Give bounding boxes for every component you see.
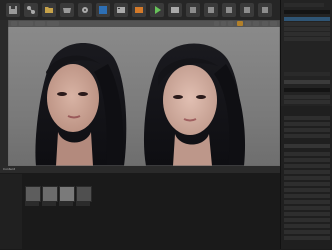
source-control-icon[interactable] (24, 3, 38, 17)
details-row[interactable] (284, 206, 330, 210)
details-section-header[interactable] (284, 144, 330, 148)
viewport-render (8, 20, 280, 166)
perspective-button[interactable] (19, 21, 33, 26)
content-browser-folder-tree[interactable] (0, 174, 22, 249)
cinematics-icon[interactable] (114, 3, 128, 17)
outliner-row[interactable] (284, 32, 330, 36)
show-button[interactable] (47, 21, 59, 26)
details-row[interactable] (284, 158, 330, 162)
details-row[interactable] (284, 188, 330, 192)
level-viewport[interactable] (8, 20, 280, 166)
asset-thumbnail[interactable] (25, 186, 41, 202)
modes-strip (0, 20, 8, 166)
rotate-icon[interactable] (221, 21, 226, 26)
details-row[interactable] (284, 200, 330, 204)
outliner-search-input[interactable] (284, 10, 330, 14)
asset-thumbnail[interactable] (76, 186, 92, 202)
viewport-menu-button[interactable] (11, 21, 17, 26)
asset-thumbnail-label (76, 201, 90, 206)
tool-icon[interactable] (186, 3, 200, 17)
asset-thumbnail-label (25, 201, 39, 206)
launch-icon[interactable] (168, 3, 182, 17)
grid-snap-icon[interactable] (237, 21, 243, 26)
outliner-row-selected[interactable] (284, 17, 330, 21)
details-row[interactable] (284, 128, 330, 132)
build-icon[interactable] (132, 3, 146, 17)
marketplace-icon[interactable] (60, 3, 74, 17)
details-row[interactable] (284, 116, 330, 120)
outliner-footer (284, 72, 330, 76)
scale-snap-icon[interactable] (253, 21, 259, 26)
settings-icon[interactable] (78, 3, 92, 17)
details-panel (280, 106, 332, 249)
tool-icon[interactable] (258, 3, 272, 17)
outliner-row[interactable] (284, 27, 330, 31)
details-row[interactable] (284, 218, 330, 222)
details-row[interactable] (284, 170, 330, 174)
content-icon[interactable] (42, 3, 56, 17)
details-row[interactable] (284, 236, 330, 240)
outliner-row[interactable] (284, 22, 330, 26)
details-row[interactable] (284, 122, 330, 126)
details-row[interactable] (284, 134, 330, 138)
save-icon[interactable] (6, 3, 20, 17)
details-row[interactable] (284, 194, 330, 198)
rotation-snap-icon[interactable] (245, 21, 251, 26)
details-row[interactable] (284, 176, 330, 180)
blueprints-icon[interactable] (96, 3, 110, 17)
content-browser-tab-label: Content (3, 167, 15, 171)
outliner-tab[interactable] (284, 3, 324, 7)
translate-icon[interactable] (214, 21, 219, 26)
tool-icon[interactable] (204, 3, 218, 17)
content-browser-tab[interactable]: Content (3, 167, 15, 172)
details-row[interactable] (284, 212, 330, 216)
details-row[interactable] (284, 100, 330, 104)
content-browser-tabs: Content (0, 166, 280, 173)
details-tab[interactable] (284, 80, 330, 84)
asset-thumbnail-label (59, 201, 73, 206)
play-icon[interactable] (150, 3, 164, 17)
camera-speed-icon[interactable] (262, 21, 268, 26)
tool-icon[interactable] (222, 3, 236, 17)
tool-icon[interactable] (240, 3, 254, 17)
details-row[interactable] (284, 230, 330, 234)
details-search-input[interactable] (284, 88, 330, 92)
details-row[interactable] (284, 164, 330, 168)
details-row[interactable] (284, 95, 330, 99)
details-row[interactable] (284, 152, 330, 156)
main-toolbar (0, 0, 280, 21)
details-row[interactable] (284, 224, 330, 228)
asset-thumbnail[interactable] (42, 186, 58, 202)
viewport-toolbar (8, 20, 280, 27)
lit-button[interactable] (35, 21, 45, 26)
details-row[interactable] (284, 182, 330, 186)
world-outliner-panel (280, 0, 332, 106)
scale-icon[interactable] (228, 21, 233, 26)
maximize-viewport-icon[interactable] (270, 21, 277, 26)
outliner-row[interactable] (284, 37, 330, 41)
asset-thumbnail-label (42, 201, 56, 206)
asset-thumbnail[interactable] (59, 186, 75, 202)
content-browser-panel (0, 166, 280, 250)
